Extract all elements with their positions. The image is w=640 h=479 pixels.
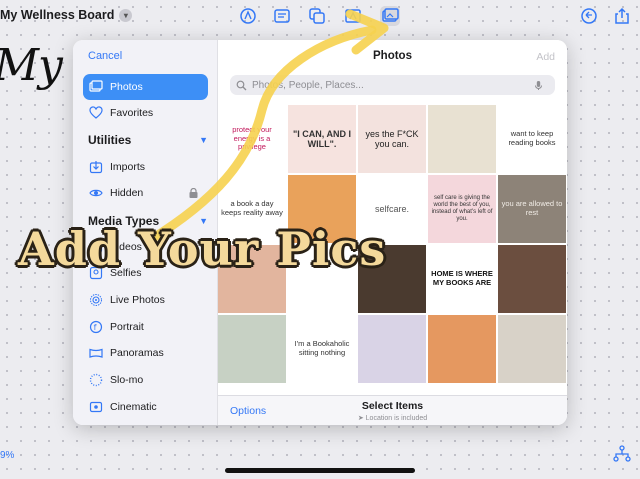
- undo-icon[interactable]: [579, 6, 599, 26]
- photo-thumbnail[interactable]: want to keep reading books: [498, 105, 566, 173]
- title-chevron-icon[interactable]: ▾: [119, 8, 133, 22]
- photo-caption: selfcare.: [374, 203, 409, 214]
- search-icon: [236, 80, 247, 90]
- photos-icon: [89, 80, 103, 94]
- text-box-icon[interactable]: [272, 6, 292, 26]
- heart-icon: [89, 106, 103, 120]
- sidebar-item-label: Live Photos: [110, 294, 165, 306]
- photo-thumbnail[interactable]: [498, 245, 566, 313]
- portrait-icon: f: [89, 320, 103, 334]
- photo-caption: want to keep reading books: [508, 129, 556, 147]
- picker-bottom-bar: Options Select Items ➤ Location is inclu…: [218, 395, 567, 425]
- microphone-icon[interactable]: [533, 80, 544, 91]
- photo-thumbnail[interactable]: [358, 315, 426, 383]
- photo-thumbnail[interactable]: you are allowed to rest: [498, 175, 566, 243]
- sidebar-item-live-photos[interactable]: Live Photos: [83, 287, 208, 313]
- chevron-down-icon[interactable]: ▼: [199, 135, 208, 145]
- photo-caption: protect your energy is a privilege: [232, 125, 272, 152]
- zoom-level[interactable]: 9%: [0, 450, 14, 461]
- cinematic-icon: [89, 400, 103, 414]
- panorama-icon: [89, 346, 103, 360]
- board-title[interactable]: My Wellness Board ▾: [0, 8, 133, 22]
- photo-caption: yes the F*CK you can.: [365, 128, 419, 149]
- photo-thumbnail[interactable]: [498, 315, 566, 383]
- pen-tool-icon[interactable]: [238, 6, 258, 26]
- photo-caption: I'm a Bookaholic sitting nothing: [294, 339, 350, 357]
- section-utilities-label: Utilities: [88, 133, 132, 147]
- photo-caption: a book a day keeps reality away: [221, 199, 283, 217]
- sidebar-item-panoramas[interactable]: Panoramas: [83, 340, 208, 366]
- sidebar-item-label: Panoramas: [110, 347, 164, 359]
- sidebar-item-label: Favorites: [110, 107, 154, 119]
- location-note: ➤ Location is included: [357, 415, 428, 422]
- photo-caption: you are allowed to rest: [501, 199, 563, 217]
- cancel-button[interactable]: Cancel: [88, 50, 122, 62]
- photo-thumbnail[interactable]: protect your energy is a privilege: [218, 105, 286, 173]
- sidebar-item-slomo[interactable]: Slo-mo: [83, 367, 208, 393]
- photo-thumbnail[interactable]: self care is giving the world the best o…: [428, 175, 496, 243]
- text-icon[interactable]: [343, 6, 363, 26]
- sidebar-item-label: Hidden: [110, 187, 144, 199]
- section-utilities[interactable]: Utilities ▼: [88, 133, 208, 147]
- sidebar-item-cinematic[interactable]: Cinematic: [83, 394, 208, 420]
- sidebar-item-label: Photos: [110, 81, 143, 93]
- sidebar-item-label: Cinematic: [110, 401, 157, 413]
- select-items-label: Select Items: [361, 400, 424, 412]
- live-photo-icon: [89, 293, 103, 307]
- shapes-icon[interactable]: [307, 6, 327, 26]
- photo-icon[interactable]: [380, 6, 400, 26]
- search-field[interactable]: Photos, People, Places...: [230, 75, 555, 95]
- photo-thumbnail[interactable]: "I CAN, AND I WILL".: [288, 105, 356, 173]
- photo-thumbnail[interactable]: HOME IS WHERE MY BOOKS ARE: [428, 245, 496, 313]
- lock-icon: [189, 187, 198, 198]
- sidebar-item-label: Slo-mo: [110, 374, 144, 386]
- svg-text:f: f: [94, 323, 97, 332]
- photo-thumbnail[interactable]: [218, 315, 286, 383]
- photo-caption: "I CAN, AND I WILL".: [293, 128, 351, 149]
- add-button[interactable]: Add: [536, 51, 555, 63]
- overlay-caption: Add Your Pics: [18, 222, 387, 276]
- sidebar-item-imports[interactable]: Imports: [83, 154, 208, 180]
- photo-thumbnail[interactable]: yes the F*CK you can.: [358, 105, 426, 173]
- sidebar-item-label: Portrait: [110, 321, 144, 333]
- search-placeholder: Photos, People, Places...: [252, 79, 364, 91]
- photo-thumbnail[interactable]: [428, 315, 496, 383]
- sidebar-item-favorites[interactable]: Favorites: [83, 100, 208, 126]
- photo-thumbnail[interactable]: I'm a Bookaholic sitting nothing: [288, 315, 356, 383]
- board-title-text: My Wellness Board: [0, 8, 115, 22]
- photo-thumbnail[interactable]: [428, 105, 496, 173]
- sidebar-item-hidden[interactable]: Hidden: [83, 180, 208, 206]
- hierarchy-icon[interactable]: [612, 444, 632, 464]
- sidebar-item-label: Imports: [110, 161, 146, 173]
- eye-icon: [89, 186, 103, 200]
- sidebar-item-portrait[interactable]: f Portrait: [83, 314, 208, 340]
- share-icon[interactable]: [612, 6, 632, 26]
- home-indicator[interactable]: [225, 468, 415, 473]
- photo-caption: self care is giving the world the best o…: [431, 195, 493, 222]
- slomo-icon: [89, 373, 103, 387]
- location-note-text: Location is included: [365, 415, 428, 422]
- import-icon: [89, 160, 103, 174]
- photo-caption: HOME IS WHERE MY BOOKS ARE: [431, 269, 493, 287]
- picker-title: Photos: [373, 50, 412, 62]
- sidebar-item-photos[interactable]: Photos: [83, 74, 208, 100]
